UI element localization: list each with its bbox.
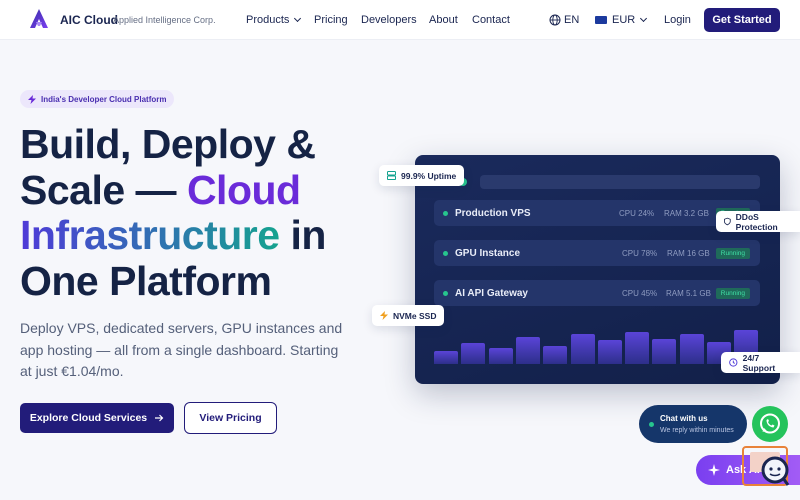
uptime-label: 99.9% Uptime [401, 170, 457, 181]
server-name: Production VPS [455, 208, 531, 219]
whatsapp-button[interactable] [752, 406, 788, 442]
ddos-label: DDoS Protection [735, 211, 778, 232]
server-ram: RAM 3.2 GB [664, 209, 709, 218]
hero-heading: Build, Deploy & Scale — Cloud Infrastruc… [20, 121, 380, 304]
usage-bar [625, 332, 650, 364]
nav-products[interactable]: Products [246, 14, 302, 26]
assistant-mascot-icon[interactable] [742, 446, 790, 488]
server-name: GPU Instance [455, 248, 521, 259]
usage-bar [597, 340, 622, 364]
hero-description: Deploy VPS, dedicated servers, GPU insta… [20, 320, 343, 379]
dashboard-search-bar [480, 175, 760, 189]
usage-bar [434, 351, 458, 364]
chevron-down-icon [640, 14, 648, 23]
status-badge: Running [715, 248, 750, 259]
server-icon [387, 171, 396, 180]
view-pricing-button[interactable]: View Pricing [184, 402, 277, 434]
login-link[interactable]: Login [664, 14, 691, 26]
status-dot [443, 211, 448, 216]
arrow-right-icon [155, 414, 164, 422]
support-tag: 24/7 Support [721, 352, 800, 373]
nav-contact[interactable]: Contact [472, 14, 510, 26]
nav-products-label: Products [246, 14, 290, 26]
server-cpu: CPU 45% [622, 289, 658, 298]
online-dot [649, 422, 654, 427]
top-navbar: AIC Cloud Applied Intelligence Corp. Pro… [0, 0, 800, 40]
clock-icon [729, 358, 738, 367]
status-dot [443, 291, 448, 296]
server-cpu: CPU 24% [619, 209, 655, 218]
server-row: Production VPS CPU 24% RAM 3.2 GB Runnin… [434, 200, 760, 226]
explore-services-label: Explore Cloud Services [29, 412, 148, 424]
eu-flag-icon [595, 16, 607, 24]
globe-icon[interactable] [549, 14, 561, 26]
server-ram: RAM 16 GB [667, 249, 710, 258]
usage-bar [461, 343, 486, 364]
chevron-down-icon [294, 14, 302, 23]
explore-services-button[interactable]: Explore Cloud Services [20, 403, 174, 433]
language-selector[interactable]: EN [564, 14, 579, 26]
status-badge: Running [715, 288, 750, 299]
usage-bar [679, 334, 704, 364]
server-ram: RAM 5.1 GB [666, 289, 711, 298]
support-label: 24/7 Support [742, 352, 776, 373]
brand-name[interactable]: AIC Cloud [60, 13, 118, 27]
whatsapp-icon [760, 413, 780, 434]
chat-title: Chat with us [660, 414, 708, 423]
status-dot [443, 251, 448, 256]
heading-line-4: One Platform [20, 257, 272, 304]
currency-selector[interactable]: EUR [612, 14, 648, 26]
heading-infrastructure: Infrastructure [20, 212, 280, 258]
heading-cloud: Cloud [186, 166, 301, 213]
usage-bar [543, 346, 568, 364]
nav-pricing[interactable]: Pricing [314, 14, 348, 26]
heading-in: in [279, 212, 326, 258]
nav-developers[interactable]: Developers [361, 14, 417, 26]
shield-icon [724, 217, 731, 226]
server-row: GPU Instance CPU 78% RAM 16 GB Running [434, 240, 760, 266]
brand-tagline: Applied Intelligence Corp. [113, 15, 216, 25]
sparkle-icon [708, 464, 720, 476]
ddos-tag: DDoS Protection [716, 211, 800, 232]
chat-widget[interactable]: Chat with us We reply within minutes [639, 405, 747, 443]
usage-bar [488, 348, 513, 364]
nvme-tag: NVMe SSD [372, 305, 445, 326]
get-started-button[interactable]: Get Started [704, 8, 780, 32]
usage-bar [652, 339, 677, 364]
usage-bar [515, 337, 540, 364]
logo-icon[interactable] [28, 8, 50, 30]
usage-bar-chart [434, 326, 760, 364]
nav-about[interactable]: About [429, 14, 458, 26]
heading-line-1: Build, Deploy & [20, 121, 316, 167]
hero-badge-label: India's Developer Cloud Platform [41, 94, 167, 104]
lightning-icon [28, 94, 36, 104]
chat-subtitle: We reply within minutes [660, 427, 734, 434]
server-row: AI API Gateway CPU 45% RAM 5.1 GB Runnin… [434, 280, 760, 306]
hero-badge: India's Developer Cloud Platform [20, 90, 175, 108]
currency-label: EUR [612, 14, 636, 26]
usage-bar [570, 334, 595, 364]
nvme-label: NVMe SSD [393, 310, 437, 321]
uptime-tag: 99.9% Uptime [379, 165, 465, 186]
server-cpu: CPU 78% [622, 249, 658, 258]
lightning-icon [380, 311, 388, 320]
heading-line-2a: Scale — [20, 166, 187, 213]
server-name: AI API Gateway [455, 288, 528, 299]
